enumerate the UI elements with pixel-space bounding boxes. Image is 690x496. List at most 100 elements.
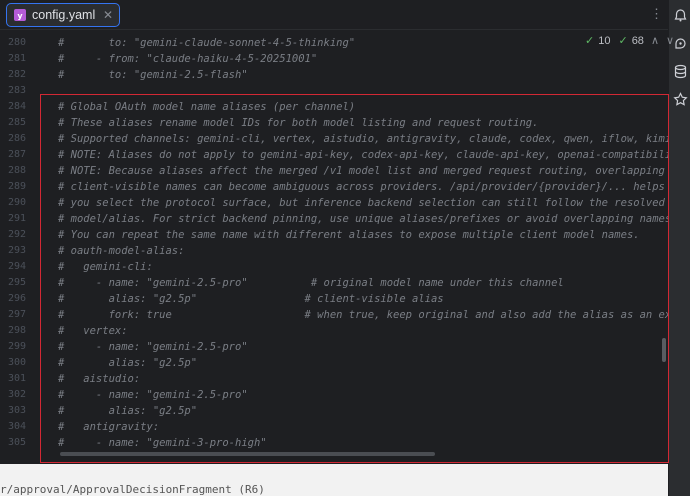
vertical-scrollbar[interactable] (662, 338, 666, 362)
code-text[interactable]: # to: "gemini-2.5-flash" (58, 67, 248, 83)
line-number: 305 (7, 437, 26, 448)
line-number: 303 (7, 405, 26, 416)
line-number: 280 (7, 37, 26, 48)
code-line: 301 # aistudio: (0, 371, 668, 387)
code-text[interactable]: # vertex: (58, 323, 128, 339)
tab-label: config.yaml (32, 8, 96, 22)
line-number: 281 (7, 53, 26, 64)
code-line: 290 # you select the protocol surface, bu… (0, 195, 668, 211)
code-text[interactable]: # fork: true # when true, keep original … (58, 307, 668, 323)
code-line: 298 # vertex: (0, 323, 668, 339)
line-number: 304 (7, 421, 26, 432)
check-count: 68 (631, 34, 644, 47)
line-number: 286 (7, 133, 26, 144)
code-text[interactable]: # You can repeat the same name with diff… (58, 227, 640, 243)
code-line: 287 # NOTE: Aliases do not apply to gemin… (0, 147, 668, 163)
warning-count: 10 (598, 34, 611, 47)
code-text[interactable]: # model/alias. For strict backend pinnin… (58, 211, 668, 227)
code-text[interactable]: # These aliases rename model IDs for bot… (58, 115, 538, 131)
line-number: 297 (7, 309, 26, 320)
code-text[interactable]: # - from: "claude-haiku-4-5-20251001" (58, 51, 317, 67)
code-line: 294 # gemini-cli: (0, 259, 668, 275)
bottom-strip: r/approval/ApprovalDecisionFragment (R6) (0, 464, 668, 496)
code-line: 300 # alias: "g2.5p" (0, 355, 668, 371)
notifications-icon[interactable] (673, 8, 688, 23)
code-line: 284 # Global OAuth model name aliases (pe… (0, 99, 668, 115)
editor-tab-bar: y config.yaml ✕ ⋮ (0, 0, 668, 30)
check-icon: ✓ (618, 35, 628, 47)
code-text[interactable]: # you select the protocol surface, but i… (58, 195, 665, 211)
code-text[interactable]: # oauth-model-alias: (58, 243, 184, 259)
line-number: 302 (7, 389, 26, 400)
line-number: 300 (7, 357, 26, 368)
code-text[interactable]: # alias: "g2.5p" # client-visible alias (58, 291, 444, 307)
code-text[interactable]: # - name: "gemini-2.5-pro" (58, 339, 248, 355)
line-number: 292 (7, 229, 26, 240)
line-number: 293 (7, 245, 26, 256)
code-text[interactable]: # NOTE: Aliases do not apply to gemini-a… (58, 147, 668, 163)
ai-assistant-icon[interactable] (673, 36, 688, 51)
line-number: 283 (7, 85, 26, 96)
code-line: 288 # NOTE: Because aliases affect the me… (0, 163, 668, 179)
code-text[interactable]: # - name: "gemini-2.5-pro" (58, 387, 248, 403)
code-text[interactable]: # Supported channels: gemini-cli, vertex… (58, 131, 668, 147)
code-line: 286 # Supported channels: gemini-cli, ver… (0, 131, 668, 147)
chevron-down-icon[interactable]: ∨ (666, 34, 674, 47)
line-number: 287 (7, 149, 26, 160)
more-tabs-icon[interactable]: ⋮ (650, 6, 663, 22)
close-icon[interactable]: ✕ (103, 8, 113, 22)
code-line: 302 # - name: "gemini-2.5-pro" (0, 387, 668, 403)
code-text[interactable]: # antigravity: (58, 419, 159, 435)
code-line: 282 # to: "gemini-2.5-flash" (0, 67, 668, 83)
code-text[interactable]: # - name: "gemini-2.5-pro" # original mo… (58, 275, 564, 291)
line-number: 288 (7, 165, 26, 176)
code-line: 289 # client-visible names can become amb… (0, 179, 668, 195)
code-line: 295 # - name: "gemini-2.5-pro" # original… (0, 275, 668, 291)
code-text[interactable]: # alias: "g2.5p" (58, 355, 197, 371)
tab-config-yaml[interactable]: y config.yaml ✕ (6, 3, 120, 27)
code-line: 281 # - from: "claude-haiku-4-5-20251001" (0, 51, 668, 67)
line-number: 290 (7, 197, 26, 208)
code-text[interactable]: # client-visible names can become ambigu… (58, 179, 665, 195)
horizontal-scrollbar[interactable] (60, 452, 435, 456)
line-number: 284 (7, 101, 26, 112)
yaml-file-icon: y (13, 8, 27, 22)
line-number: 289 (7, 181, 26, 192)
plugin-icon[interactable] (673, 92, 688, 107)
code-editor[interactable]: 280 # to: "gemini-claude-sonnet-4-5-think… (0, 30, 668, 464)
line-number: 282 (7, 69, 26, 80)
line-number: 295 (7, 277, 26, 288)
chevron-up-icon[interactable]: ∧ (651, 34, 659, 47)
code-line: 293 # oauth-model-alias: (0, 243, 668, 259)
right-tool-strip (668, 0, 690, 496)
code-line: 305 # - name: "gemini-3-pro-high" (0, 435, 668, 451)
code-text[interactable]: # Global OAuth model name aliases (per c… (58, 99, 355, 115)
code-text[interactable]: # - name: "gemini-3-pro-high" (58, 435, 267, 451)
line-number: 299 (7, 341, 26, 352)
line-number: 291 (7, 213, 26, 224)
code-text[interactable]: # gemini-cli: (58, 259, 153, 275)
inspection-widget[interactable]: ✓ 10 ✓ 68 ∧ ∨ (585, 34, 674, 48)
code-text[interactable]: # aistudio: (58, 371, 140, 387)
code-line: 292 # You can repeat the same name with d… (0, 227, 668, 243)
code-line: 283 (0, 83, 668, 99)
code-line: 291 # model/alias. For strict backend pin… (0, 211, 668, 227)
check-warning-icon: ✓ (585, 35, 595, 47)
code-line: 280 # to: "gemini-claude-sonnet-4-5-think… (0, 35, 668, 51)
svg-text:y: y (17, 12, 23, 21)
code-line: 296 # alias: "g2.5p" # client-visible ali… (0, 291, 668, 307)
code-line: 303 # alias: "g2.5p" (0, 403, 668, 419)
line-number: 285 (7, 117, 26, 128)
bottom-text: r/approval/ApprovalDecisionFragment (R6) (0, 483, 265, 496)
code-line: 304 # antigravity: (0, 419, 668, 435)
code-text[interactable]: # NOTE: Because aliases affect the merge… (58, 163, 665, 179)
line-number: 294 (7, 261, 26, 272)
database-icon[interactable] (673, 64, 688, 79)
code-text[interactable]: # to: "gemini-claude-sonnet-4-5-thinking… (58, 35, 355, 51)
code-line: 299 # - name: "gemini-2.5-pro" (0, 339, 668, 355)
code-line: 285 # These aliases rename model IDs for … (0, 115, 668, 131)
line-number: 296 (7, 293, 26, 304)
line-number: 301 (7, 373, 26, 384)
code-text[interactable]: # alias: "g2.5p" (58, 403, 197, 419)
code-line: 297 # fork: true # when true, keep origin… (0, 307, 668, 323)
